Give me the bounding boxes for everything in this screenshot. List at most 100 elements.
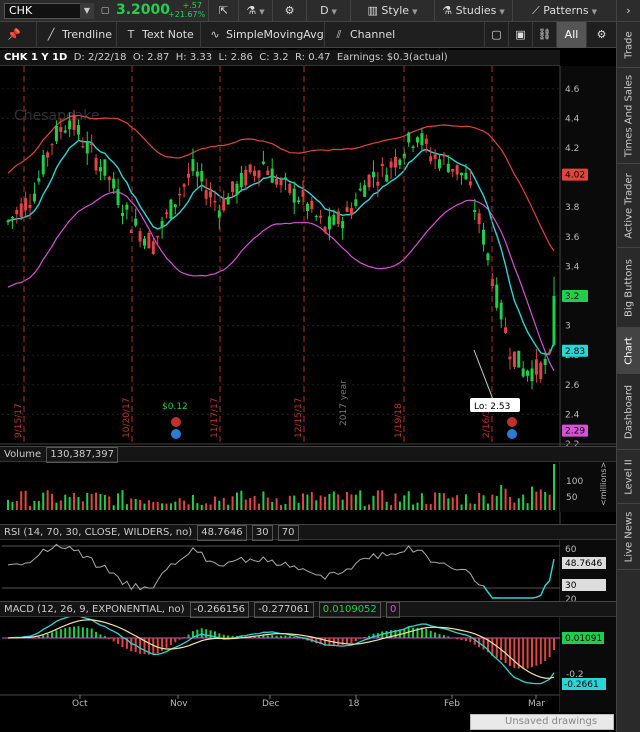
macd-histogram-bar <box>363 637 366 638</box>
link-button[interactable]: ⛓ <box>532 22 556 48</box>
share-button[interactable]: ⇱ <box>208 0 238 22</box>
tab-trade[interactable]: Trade <box>617 22 640 68</box>
pin-button[interactable]: 📌 <box>0 22 36 48</box>
macd-histogram-bar <box>460 638 463 641</box>
candle-body <box>548 351 552 354</box>
earnings-marker-icon <box>507 417 517 427</box>
volume-bar <box>121 490 124 510</box>
side-collapse-button[interactable]: › <box>616 0 640 22</box>
tab-level-ii[interactable]: Level II <box>617 450 640 504</box>
macd-histogram-bar <box>266 635 269 638</box>
volume-bar <box>271 502 274 510</box>
volume-bar <box>456 495 459 510</box>
tab-big-buttons-label: Big Buttons <box>623 258 635 317</box>
rsi-oversold-line <box>482 559 555 599</box>
all-button[interactable]: All <box>556 22 586 48</box>
price-tick-label: 3.4 <box>565 262 580 272</box>
candle-body <box>6 220 10 223</box>
volume-bar <box>7 499 9 510</box>
sma-button[interactable]: ∿ SimpleMovingAvg <box>200 22 324 48</box>
candle-body <box>10 216 14 219</box>
volume-bar <box>350 494 353 510</box>
candle-body <box>147 232 151 249</box>
tab-times-and-sales[interactable]: Times And Sales <box>617 68 640 164</box>
flask-icon: ⚗ <box>442 4 456 17</box>
price-tick-label: 4.6 <box>565 85 580 95</box>
candle-body <box>59 127 63 132</box>
macd-histogram-bar <box>495 638 498 658</box>
time-tick-label: Dec <box>262 699 279 709</box>
candle-body <box>46 152 50 158</box>
candle-body <box>76 125 80 135</box>
volume-bar <box>253 495 256 510</box>
style-button[interactable]: ▥ Style ▼ <box>350 0 434 22</box>
unsaved-drawings-indicator[interactable]: Unsaved drawings <box>470 714 614 730</box>
macd-histogram-bar <box>90 628 93 638</box>
settings-button[interactable]: ⚙ <box>272 0 306 22</box>
candle-body <box>41 155 45 175</box>
layout-button[interactable]: ▣ <box>508 22 532 48</box>
candle-body <box>446 163 450 173</box>
macd-histogram-bar <box>152 638 155 655</box>
maximize-button[interactable]: ▢ <box>484 22 508 48</box>
volume-bar <box>297 502 300 510</box>
macd-histogram-bar <box>156 638 159 654</box>
tab-dashboard[interactable]: Dashboard <box>617 374 640 450</box>
candle-body <box>349 208 353 216</box>
volume-value: 130,387,397 <box>46 447 119 463</box>
rsi-line <box>7 543 555 599</box>
candle-body <box>72 115 76 130</box>
gear-icon: ⚙ <box>284 4 295 17</box>
macd-histogram-bar <box>178 638 181 640</box>
patterns-button[interactable]: ⟋ Patterns ▼ <box>512 0 616 22</box>
volume-bar <box>156 502 159 510</box>
candle-body <box>182 184 186 187</box>
studies-button[interactable]: ⚗ Studies ▼ <box>434 0 512 22</box>
candle-body <box>235 183 239 195</box>
aggregation-button[interactable]: D ▼ <box>306 0 350 22</box>
volume-bar <box>152 501 155 510</box>
volume-bar <box>385 501 388 510</box>
candle-body <box>32 193 36 202</box>
volume-bar <box>310 492 313 510</box>
macd-histogram-bar <box>55 630 58 638</box>
channel-button[interactable]: ⫽ Channel <box>324 22 404 48</box>
macd-tick-label: 0.01091 <box>565 634 602 644</box>
tab-active-trader[interactable]: Active Trader <box>617 164 640 248</box>
volume-bar <box>486 503 489 510</box>
volume-bar <box>240 490 243 510</box>
trendline-button[interactable]: ╱ Trendline <box>36 22 116 48</box>
flask-button[interactable]: ⚗ ▼ <box>238 0 272 22</box>
candle-body <box>125 204 129 210</box>
candle-body <box>416 137 419 143</box>
chart-high: H: 3.33 <box>175 52 213 63</box>
chart-settings-button[interactable]: ⚙ <box>586 22 616 48</box>
volume-bar <box>447 498 450 510</box>
candle-body <box>429 156 433 162</box>
chevron-down-icon[interactable]: ▼ <box>80 3 94 19</box>
tab-big-buttons[interactable]: Big Buttons <box>617 248 640 328</box>
macd-histogram-bar <box>117 638 120 644</box>
volume-bar <box>235 492 238 510</box>
candle-body <box>156 235 160 238</box>
macd-histogram-bar <box>354 638 357 642</box>
candle-body <box>336 211 340 225</box>
candle-body <box>90 143 94 146</box>
macd-histogram-bar <box>482 638 485 650</box>
volume-tick-label: 100 <box>566 477 583 487</box>
style-label: Style <box>381 4 410 17</box>
macd-histogram-bar <box>464 638 467 642</box>
candle-body <box>200 170 204 182</box>
link-icon[interactable]: ▢ <box>98 3 112 19</box>
macd-histogram-bar <box>447 636 450 638</box>
tab-live-news[interactable]: Live News <box>617 504 640 570</box>
textnote-button[interactable]: T Text Note <box>116 22 200 48</box>
gear-icon: ⚙ <box>596 28 607 41</box>
volume-bar <box>55 502 58 510</box>
volume-bar <box>319 495 322 510</box>
tab-chart[interactable]: Chart <box>617 328 640 374</box>
macd-histogram-bar <box>86 627 89 638</box>
event-date-label: 12/15/17 <box>294 398 304 438</box>
candle-body <box>19 203 23 218</box>
event-date-label: 11/17/17 <box>210 398 220 438</box>
